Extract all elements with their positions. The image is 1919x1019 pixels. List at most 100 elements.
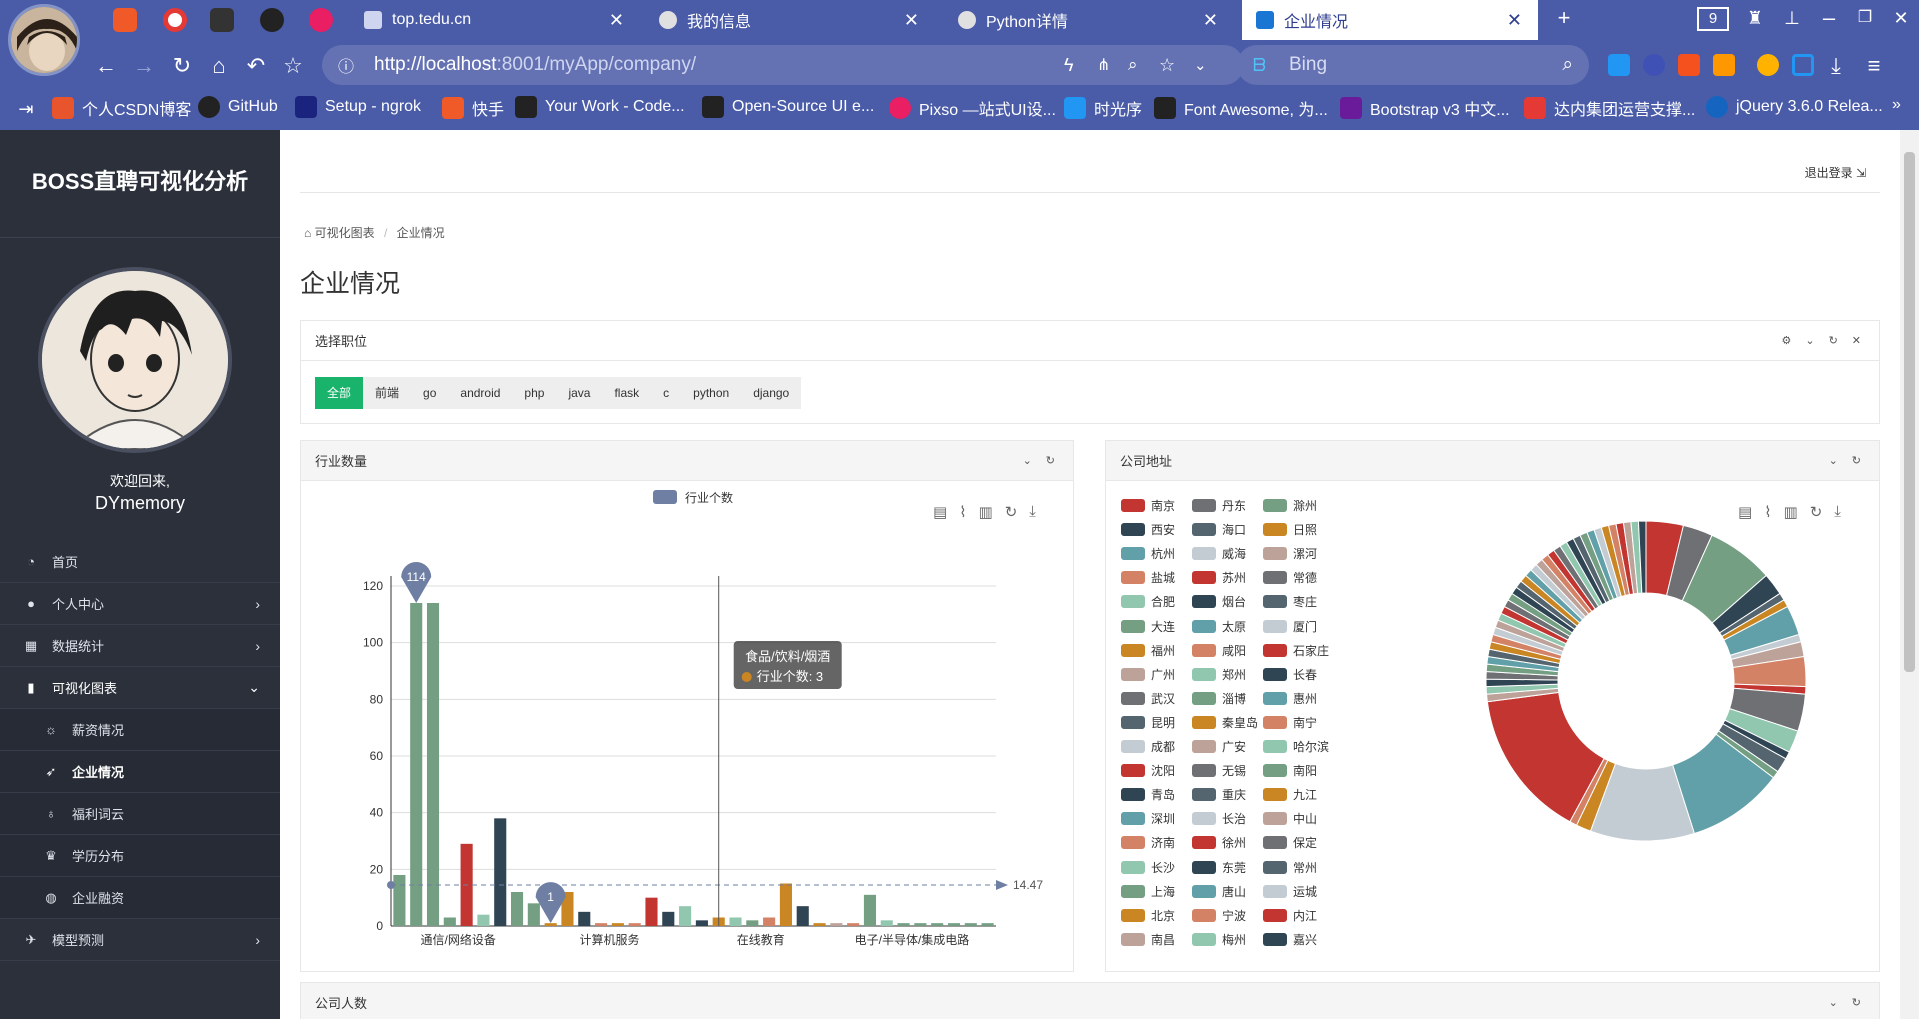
legend-item[interactable]: 沈阳 <box>1121 762 1175 779</box>
close-icon[interactable]: ✕ <box>1852 334 1861 347</box>
search-icon[interactable]: ⌕ <box>1562 54 1573 76</box>
filter-button-php[interactable]: php <box>512 377 557 409</box>
crop-icon[interactable] <box>1792 54 1814 76</box>
legend-item[interactable]: 郑州 <box>1192 666 1246 683</box>
bookmark-1[interactable]: GitHub <box>198 96 278 118</box>
legend-item[interactable]: 武汉 <box>1121 690 1175 707</box>
chevron-down-icon[interactable]: ⌄ <box>1023 454 1032 467</box>
bookmark-5[interactable]: Open-Source UI e... <box>702 96 874 118</box>
sidebar-item-company[interactable]: ➶ 企业情况 <box>0 751 280 793</box>
filter-button-all[interactable]: 全部 <box>315 377 364 409</box>
restore-icon[interactable]: ❐ <box>1851 4 1879 32</box>
zoom-icon[interactable]: ⌕ <box>1128 55 1138 75</box>
legend-item[interactable]: 太原 <box>1192 618 1246 635</box>
bookmark-4[interactable]: Your Work - Code... <box>515 96 685 118</box>
legend-item[interactable]: 梅州 <box>1192 931 1246 948</box>
legend-item[interactable]: 徐州 <box>1192 834 1246 851</box>
bookmark-3[interactable]: 快手 <box>442 96 504 120</box>
legend-item[interactable]: 石家庄 <box>1263 642 1329 659</box>
filter-button-frontend[interactable]: 前端 <box>363 377 412 409</box>
logout-link[interactable]: 退出登录 ⇲ <box>1805 164 1866 181</box>
bookmark-9[interactable]: Bootstrap v3 中文... <box>1340 96 1510 120</box>
legend-item[interactable]: 嘉兴 <box>1263 931 1317 948</box>
apps-icon[interactable] <box>1713 54 1735 76</box>
reload-icon[interactable]: ↻ <box>168 52 196 80</box>
tab-0[interactable]: top.tedu.cn ✕ <box>350 0 640 40</box>
filter-button-go[interactable]: go <box>411 377 449 409</box>
bookmark-11[interactable]: jQuery 3.6.0 Relea... <box>1706 96 1883 118</box>
legend-item[interactable]: 盐城 <box>1121 569 1175 586</box>
bookmark-10[interactable]: 达内集团运营支撑... <box>1524 96 1695 120</box>
legend-item[interactable]: 成都 <box>1121 738 1175 755</box>
pinned-tab-flash-icon[interactable] <box>210 8 234 32</box>
sidebar-item-stats[interactable]: ▦ 数据统计 › <box>0 625 280 667</box>
filter-button-python[interactable]: python <box>681 377 742 409</box>
download-icon[interactable]: ⤓ <box>1822 52 1850 80</box>
bookmarks-overflow-icon[interactable]: » <box>1892 96 1901 114</box>
legend-item[interactable]: 哈尔滨 <box>1263 738 1329 755</box>
percent-icon[interactable] <box>1678 54 1700 76</box>
chevron-down-icon[interactable]: ⌄ <box>1829 454 1838 467</box>
legend-item[interactable]: 昆明 <box>1121 714 1175 731</box>
pinned-tab-kuaishou-icon[interactable] <box>113 8 137 32</box>
pinned-tab-record-icon[interactable] <box>163 8 187 32</box>
legend-item[interactable]: 滁州 <box>1263 497 1317 514</box>
filter-button-c[interactable]: c <box>651 377 682 409</box>
legend-item[interactable]: 威海 <box>1192 545 1246 562</box>
search-box[interactable]: ᗷ Bing ⌕ <box>1237 45 1589 85</box>
filter-button-flask[interactable]: flask <box>602 377 652 409</box>
sidebar-item-salary[interactable]: ☼ 薪资情况 <box>0 709 280 751</box>
legend-item[interactable]: 咸阳 <box>1192 642 1246 659</box>
legend-item[interactable]: 济南 <box>1121 834 1175 851</box>
legend-item[interactable]: 上海 <box>1121 883 1175 900</box>
legend-item[interactable]: 东莞 <box>1192 859 1246 876</box>
brand-title[interactable]: BOSS直聘可视化分析 <box>0 130 280 238</box>
bookmark-8[interactable]: Font Awesome, 为... <box>1154 96 1328 120</box>
legend-item[interactable]: 秦皇岛 <box>1192 714 1258 731</box>
sidebar-item-education[interactable]: ♛ 学历分布 <box>0 835 280 877</box>
minimize-icon[interactable]: – <box>1815 4 1843 32</box>
sidebar-item-wordcloud[interactable]: ♁ 福利词云 <box>0 793 280 835</box>
legend-item[interactable]: 惠州 <box>1263 690 1317 707</box>
translate-icon[interactable] <box>1608 54 1630 76</box>
save-image-icon[interactable]: ⤓ <box>1834 503 1841 521</box>
legend-item[interactable]: 日照 <box>1263 521 1317 538</box>
sidebar-item-financing[interactable]: ◍ 企业融资 <box>0 877 280 919</box>
shirt-icon[interactable]: ♜ <box>1741 4 1769 32</box>
legend-item[interactable]: 南昌 <box>1121 931 1175 948</box>
legend-item[interactable]: 漯河 <box>1263 545 1317 562</box>
refresh-icon[interactable]: ↻ <box>1852 454 1861 467</box>
bolt-icon[interactable]: ϟ <box>1064 55 1074 76</box>
legend-item[interactable]: 广安 <box>1192 738 1246 755</box>
forward-icon[interactable]: → <box>130 52 158 80</box>
legend-item[interactable]: 深圳 <box>1121 810 1175 827</box>
breadcrumb-home[interactable]: 可视化图表 <box>315 226 375 240</box>
legend-item[interactable]: 无锡 <box>1192 762 1246 779</box>
scrollbar-thumb[interactable] <box>1904 152 1915 672</box>
legend-item[interactable]: 枣庄 <box>1263 593 1317 610</box>
legend-item[interactable]: 大连 <box>1121 618 1175 635</box>
legend-item[interactable]: 内江 <box>1263 907 1317 924</box>
legend-item[interactable]: 合肥 <box>1121 593 1175 610</box>
sidebar-item-home[interactable]: ◔ 首页 <box>0 541 280 583</box>
pinned-tab-pixso-icon[interactable] <box>309 8 333 32</box>
sidebar-item-model[interactable]: ✈ 模型预测 › <box>0 919 280 961</box>
sidebar-toggle-icon[interactable]: ⇥ <box>12 95 40 123</box>
legend-item[interactable]: 中山 <box>1263 810 1317 827</box>
pin-icon[interactable]: ⊥ <box>1778 4 1806 32</box>
sidebar-item-profile[interactable]: ● 个人中心 › <box>0 583 280 625</box>
bookmark-2[interactable]: Setup - ngrok <box>295 96 421 118</box>
legend-item[interactable]: 南阳 <box>1263 762 1317 779</box>
extension-search-icon[interactable] <box>1643 54 1665 76</box>
legend-item[interactable]: 运城 <box>1263 883 1317 900</box>
chevron-down-icon[interactable]: ⌄ <box>1805 334 1814 347</box>
share-icon[interactable]: ⋔ <box>1097 55 1110 75</box>
address-bar[interactable]: ⓘ http://localhost:8001/myApp/company/ ϟ… <box>322 45 1244 85</box>
legend-item[interactable]: 北京 <box>1121 907 1175 924</box>
tab-1[interactable]: 我的信息 ✕ <box>645 0 935 40</box>
bookmark-0[interactable]: 个人CSDN博客 <box>52 96 191 120</box>
legend-item[interactable]: 南宁 <box>1263 714 1317 731</box>
tab-count-badge[interactable]: 9 <box>1697 7 1729 31</box>
legend-item[interactable]: 唐山 <box>1192 883 1246 900</box>
legend-item[interactable]: 宁波 <box>1192 907 1246 924</box>
